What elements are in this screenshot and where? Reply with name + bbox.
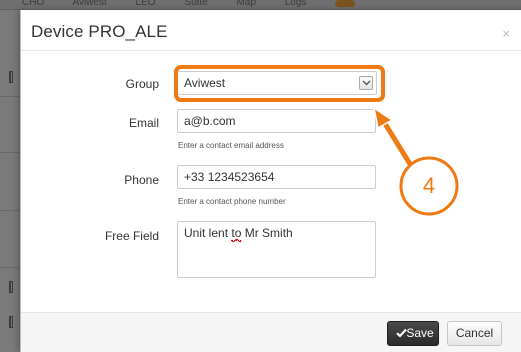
email-label: Email (128, 116, 159, 130)
check-icon (396, 328, 407, 338)
free-field-label: Free Field (104, 229, 159, 243)
free-field-text: Unit lent (184, 226, 232, 240)
group-label: Group (125, 77, 159, 91)
background-divider (0, 152, 20, 153)
free-field-textarea[interactable]: Unit lent to Mr Smith (177, 221, 376, 278)
background-divider (0, 267, 20, 268)
background-badge (335, 0, 356, 7)
background-checkbox (9, 281, 13, 293)
group-select[interactable]: Aviwest (177, 71, 377, 95)
background-nav-item: LEO (135, 0, 156, 8)
close-icon[interactable]: × (502, 26, 510, 41)
background-divider (0, 210, 20, 211)
email-help-text: Enter a contact email address (178, 141, 284, 150)
background-nav-item: State (184, 0, 208, 8)
phone-label: Phone (124, 173, 159, 187)
background-nav-item: Map (236, 0, 256, 8)
chevron-down-icon[interactable] (359, 76, 373, 90)
group-select-value: Aviwest (184, 76, 226, 90)
background-nav: CHO Aviwest LEO State Map Logs (0, 0, 521, 10)
email-field[interactable]: a@b.com (177, 109, 376, 133)
save-button-label: Save (406, 326, 434, 340)
dialog-header: Device PRO_ALE × (21, 10, 521, 51)
background-nav-item: CHO (22, 0, 45, 8)
cancel-button[interactable]: Cancel (447, 321, 502, 346)
annotation-number: 4 (422, 173, 436, 198)
dialog-title: Device PRO_ALE (31, 22, 168, 41)
background-checkbox (9, 316, 13, 328)
misspelled-word: to (231, 226, 242, 241)
phone-field[interactable]: +33 1234523654 (177, 165, 376, 189)
free-field-text: Mr Smith (241, 226, 293, 240)
phone-help-text: Enter a contact phone number (178, 197, 286, 206)
save-button[interactable]: Save (387, 321, 439, 346)
dialog-footer: Save Cancel (21, 312, 521, 352)
background-nav-item: Logs (284, 0, 307, 8)
background-divider (0, 96, 20, 97)
background-nav-item: Aviwest (72, 0, 107, 8)
background-checkbox (9, 71, 13, 83)
